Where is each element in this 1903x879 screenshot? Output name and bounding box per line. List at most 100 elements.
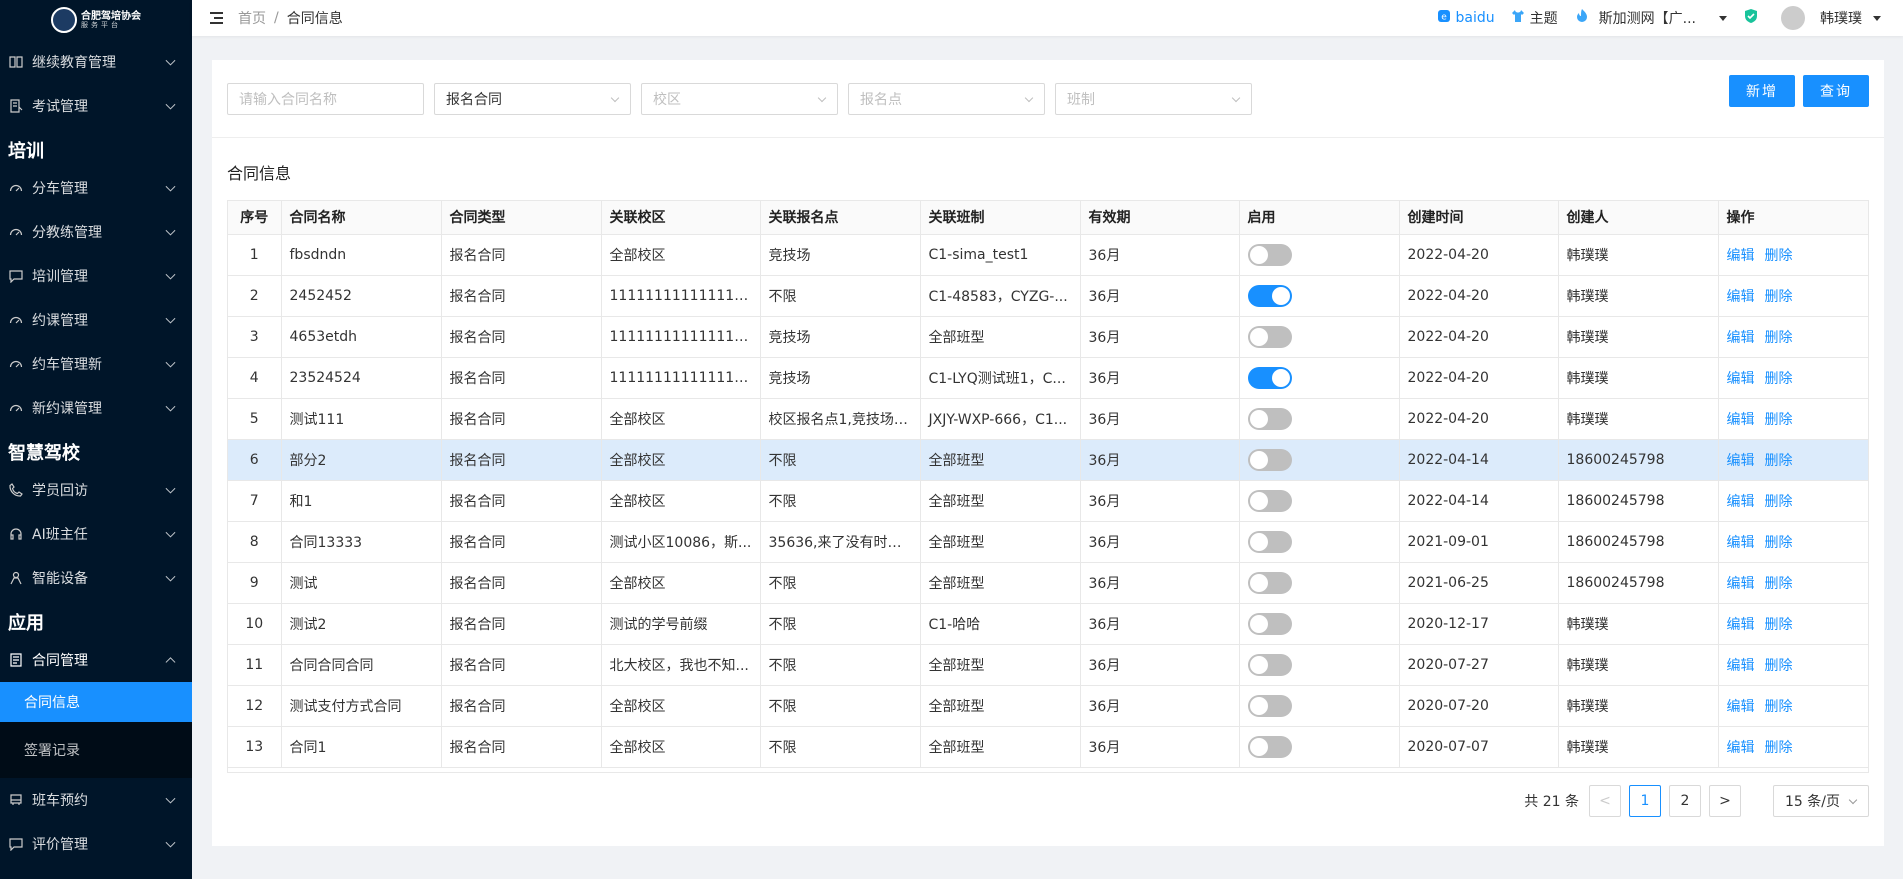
delete-link[interactable]: 删除 — [1765, 494, 1793, 510]
chevron-down-icon — [165, 483, 176, 494]
table-row[interactable]: 5 测试111 报名合同 全部校区 校区报名点1,竞技场,... JXJY-WXP-666… — [228, 398, 1868, 440]
table-row[interactable]: 2 2452452 报名合同 1111111111111111... 不限 C1-4858… — [228, 275, 1868, 317]
delete-link[interactable]: 删除 — [1765, 330, 1793, 346]
enabled-toggle[interactable] — [1247, 243, 1292, 266]
page-size-select[interactable]: 15 条/页 — [1773, 785, 1869, 817]
sidebar-item-ai-head-teacher[interactable]: AI班主任 — [0, 512, 192, 556]
org-selector[interactable]: 斯加测网【广... — [1574, 8, 1727, 28]
enabled-toggle[interactable] — [1247, 366, 1292, 389]
edit-link[interactable]: 编辑 — [1727, 576, 1755, 592]
enabled-toggle[interactable] — [1247, 694, 1292, 717]
theme-switch[interactable]: 主题 — [1511, 8, 1558, 28]
sidebar-item-label: 培训管理 — [32, 269, 88, 285]
delete-link[interactable]: 删除 — [1765, 371, 1793, 387]
enabled-toggle[interactable] — [1247, 735, 1292, 758]
table-row[interactable]: 3 4653etdh 报名合同 1111111111111111... 竞技场 全部班型 3… — [228, 316, 1868, 358]
edit-link[interactable]: 编辑 — [1727, 699, 1755, 715]
delete-link[interactable]: 删除 — [1765, 535, 1793, 551]
contract-type-select[interactable]: 报名合同 — [434, 82, 631, 115]
sidebar-item-student-followup[interactable]: 学员回访 — [0, 468, 192, 512]
cell-enabled — [1239, 562, 1400, 604]
sidebar-subitem-signing-records[interactable]: 签署记录 — [0, 730, 192, 770]
avatar — [1781, 6, 1805, 30]
edit-link[interactable]: 编辑 — [1727, 494, 1755, 510]
delete-link[interactable]: 删除 — [1765, 617, 1793, 633]
enabled-toggle[interactable] — [1247, 571, 1292, 594]
breadcrumb-home[interactable]: 首页 — [238, 8, 266, 28]
table-row[interactable]: 1 fbsdndn 报名合同 全部校区 竞技场 C1-sima_test1 36月 2022-… — [228, 234, 1868, 276]
signup-point-select[interactable]: 报名点 — [848, 82, 1045, 115]
next-page-button[interactable]: > — [1709, 785, 1741, 817]
table-row[interactable]: 8 合同13333 报名合同 测试小区10086，斯... 35636,来了没有时间..… — [228, 521, 1868, 563]
table-row[interactable]: 7 和1 报名合同 全部校区 不限 全部班型 36月 2022-04-14 1860024579… — [228, 480, 1868, 522]
delete-link[interactable]: 删除 — [1765, 289, 1793, 305]
cell-type: 报名合同 — [441, 644, 602, 686]
table-row[interactable]: 13 合同1 报名合同 全部校区 不限 全部班型 36月 2020-07-07 韩璞璞 编辑 删除 — [228, 726, 1868, 768]
enabled-toggle[interactable] — [1247, 489, 1292, 512]
sidebar-item-car-booking-new[interactable]: 约车管理新 — [0, 342, 192, 386]
cell-class: JXJY-WXP-666，C1... — [920, 398, 1081, 440]
delete-link[interactable]: 删除 — [1765, 658, 1793, 674]
delete-link[interactable]: 删除 — [1765, 453, 1793, 469]
delete-link[interactable]: 删除 — [1765, 412, 1793, 428]
table-row[interactable]: 11 合同合同合同 报名合同 北大校区，我也不知... 不限 全部班型 36月 2020-07… — [228, 644, 1868, 686]
page-button-1[interactable]: 1 — [1629, 785, 1661, 817]
table-row[interactable]: 9 测试 报名合同 全部校区 不限 全部班型 36月 2021-06-25 1860024579… — [228, 562, 1868, 604]
contract-name-input[interactable]: 请输入合同名称 — [227, 82, 424, 115]
baidu-link[interactable]: e baidu — [1437, 9, 1495, 27]
edit-link[interactable]: 编辑 — [1727, 535, 1755, 551]
table-row[interactable]: 4 23524524 报名合同 1111111111111111... 竞技场 C1-LY… — [228, 357, 1868, 399]
edit-link[interactable]: 编辑 — [1727, 289, 1755, 305]
delete-link[interactable]: 删除 — [1765, 699, 1793, 715]
table-row[interactable]: 12 测试支付方式合同 报名合同 全部校区 不限 全部班型 36月 2020-07-20 韩璞璞… — [228, 685, 1868, 727]
edit-link[interactable]: 编辑 — [1727, 248, 1755, 264]
sidebar-item-continuing-education[interactable]: 继续教育管理 — [0, 40, 192, 84]
sidebar-item-coach-allocation[interactable]: 分教练管理 — [0, 210, 192, 254]
sidebar-item-lesson-booking[interactable]: 约课管理 — [0, 298, 192, 342]
sidebar-subitem-contract-info[interactable]: 合同信息 — [0, 682, 192, 722]
edit-link[interactable]: 编辑 — [1727, 658, 1755, 674]
cell-actions: 编辑 删除 — [1718, 357, 1868, 399]
sidebar-item-car-allocation[interactable]: 分车管理 — [0, 166, 192, 210]
edit-link[interactable]: 编辑 — [1727, 453, 1755, 469]
delete-link[interactable]: 删除 — [1765, 740, 1793, 756]
sidebar-item-new-lesson-booking[interactable]: 新约课管理 — [0, 386, 192, 430]
delete-link[interactable]: 删除 — [1765, 576, 1793, 592]
cell-name: 测试支付方式合同 — [281, 685, 442, 727]
sidebar-item-label: 约课管理 — [32, 313, 88, 329]
edit-link[interactable]: 编辑 — [1727, 740, 1755, 756]
prev-page-button[interactable]: < — [1589, 785, 1621, 817]
edit-link[interactable]: 编辑 — [1727, 412, 1755, 428]
add-button[interactable]: 新增 — [1729, 75, 1795, 107]
security-status[interactable] — [1743, 8, 1759, 28]
class-type-select[interactable]: 班制 — [1055, 82, 1252, 115]
sidebar-item-training[interactable]: 培训管理 — [0, 254, 192, 298]
sidebar-item-review-management[interactable]: 评价管理 — [0, 822, 192, 866]
table-row[interactable]: 6 部分2 报名合同 全部校区 不限 全部班型 36月 2022-04-14 186002457… — [228, 439, 1868, 481]
enabled-toggle[interactable] — [1247, 448, 1292, 471]
cell-point: 不限 — [760, 480, 921, 522]
user-menu[interactable]: 韩璞璞 — [1781, 6, 1881, 30]
table-row[interactable]: 10 测试2 报名合同 测试的学号前缀 不限 C1-哈哈 36月 2020-12-17 韩璞璞编… — [228, 603, 1868, 645]
enabled-toggle[interactable] — [1247, 284, 1292, 307]
enabled-toggle[interactable] — [1247, 653, 1292, 676]
contract-table: 序号 合同名称 合同类型 关联校区 关联报名点 关联班制 有效期 启用 创建时间… — [227, 200, 1869, 773]
sidebar-item-exam[interactable]: 考试管理 — [0, 84, 192, 128]
page-button-2[interactable]: 2 — [1669, 785, 1701, 817]
cell-point: 校区报名点1,竞技场,... — [760, 398, 921, 440]
query-button[interactable]: 查询 — [1803, 75, 1869, 107]
sidebar-item-contract-management[interactable]: 合同管理 — [0, 638, 192, 682]
edit-link[interactable]: 编辑 — [1727, 371, 1755, 387]
enabled-toggle[interactable] — [1247, 325, 1292, 348]
campus-select[interactable]: 校区 — [641, 82, 838, 115]
sidebar-item-shuttle-booking[interactable]: 班车预约 — [0, 778, 192, 822]
delete-link[interactable]: 删除 — [1765, 248, 1793, 264]
menu-fold-icon[interactable] — [208, 11, 224, 25]
enabled-toggle[interactable] — [1247, 612, 1292, 635]
enabled-toggle[interactable] — [1247, 407, 1292, 430]
edit-link[interactable]: 编辑 — [1727, 330, 1755, 346]
edit-link[interactable]: 编辑 — [1727, 617, 1755, 633]
enabled-toggle[interactable] — [1247, 530, 1292, 553]
breadcrumb-separator: / — [274, 10, 279, 26]
sidebar-item-smart-devices[interactable]: 智能设备 — [0, 556, 192, 600]
